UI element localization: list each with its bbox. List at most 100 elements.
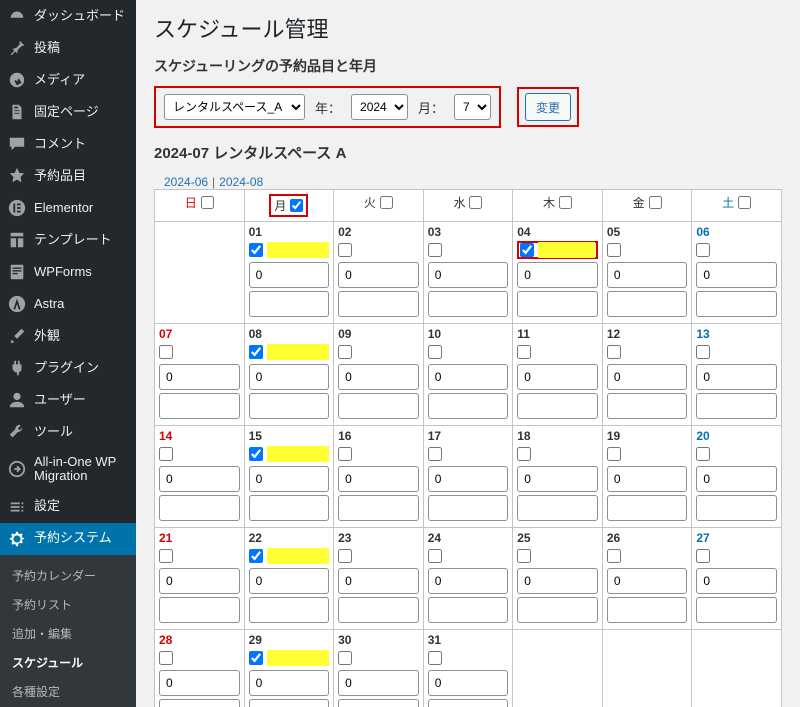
- sidebar-item-plugin[interactable]: プラグイン: [0, 352, 136, 384]
- day-checkbox[interactable]: [520, 243, 534, 257]
- day-note-input[interactable]: [428, 597, 509, 623]
- day-checkbox[interactable]: [428, 549, 442, 563]
- sidebar-item-tool[interactable]: ツール: [0, 416, 136, 448]
- day-note-input[interactable]: [249, 495, 330, 521]
- day-capacity-input[interactable]: [249, 568, 330, 594]
- weekday-checkbox[interactable]: [469, 196, 482, 209]
- day-note-input[interactable]: [517, 291, 598, 317]
- day-capacity-input[interactable]: [696, 466, 777, 492]
- day-checkbox[interactable]: [607, 447, 621, 461]
- day-checkbox[interactable]: [338, 651, 352, 665]
- sidebar-item-media[interactable]: メディア: [0, 64, 136, 96]
- day-note-input[interactable]: [696, 291, 777, 317]
- sidebar-item-wpforms[interactable]: WPForms: [0, 256, 136, 288]
- day-capacity-input[interactable]: [517, 262, 598, 288]
- day-checkbox[interactable]: [249, 447, 263, 461]
- day-capacity-input[interactable]: [607, 466, 688, 492]
- day-note-input[interactable]: [607, 597, 688, 623]
- day-note-input[interactable]: [517, 495, 598, 521]
- weekday-checkbox[interactable]: [380, 196, 393, 209]
- day-capacity-input[interactable]: [696, 364, 777, 390]
- day-capacity-input[interactable]: [338, 262, 419, 288]
- day-note-input[interactable]: [696, 495, 777, 521]
- sidebar-item-user[interactable]: ユーザー: [0, 384, 136, 416]
- day-capacity-input[interactable]: [338, 466, 419, 492]
- sidebar-sub-item[interactable]: 各種設定: [0, 677, 136, 706]
- day-checkbox[interactable]: [159, 447, 173, 461]
- sidebar-item-pin[interactable]: 投稿: [0, 32, 136, 64]
- weekday-checkbox[interactable]: [559, 196, 572, 209]
- day-checkbox[interactable]: [696, 447, 710, 461]
- day-capacity-input[interactable]: [696, 568, 777, 594]
- day-checkbox[interactable]: [159, 651, 173, 665]
- day-note-input[interactable]: [159, 393, 240, 419]
- day-note-input[interactable]: [607, 291, 688, 317]
- day-capacity-input[interactable]: [159, 364, 240, 390]
- day-checkbox[interactable]: [428, 243, 442, 257]
- next-month-link[interactable]: 2024-08: [219, 175, 263, 189]
- day-capacity-input[interactable]: [517, 568, 598, 594]
- day-checkbox[interactable]: [249, 345, 263, 359]
- sidebar-item-settings[interactable]: 設定: [0, 491, 136, 523]
- day-checkbox[interactable]: [249, 243, 263, 257]
- weekday-checkbox[interactable]: [649, 196, 662, 209]
- day-note-input[interactable]: [159, 699, 240, 707]
- day-note-input[interactable]: [428, 291, 509, 317]
- month-select[interactable]: 7: [454, 94, 491, 120]
- day-checkbox[interactable]: [428, 651, 442, 665]
- day-note-input[interactable]: [338, 699, 419, 707]
- day-note-input[interactable]: [517, 393, 598, 419]
- day-note-input[interactable]: [696, 393, 777, 419]
- day-capacity-input[interactable]: [517, 364, 598, 390]
- day-capacity-input[interactable]: [607, 364, 688, 390]
- item-select[interactable]: レンタルスペース_A: [164, 94, 305, 120]
- day-checkbox[interactable]: [607, 345, 621, 359]
- day-capacity-input[interactable]: [249, 670, 330, 696]
- weekday-checkbox[interactable]: [738, 196, 751, 209]
- day-checkbox[interactable]: [249, 651, 263, 665]
- sidebar-item-star[interactable]: 予約品目: [0, 160, 136, 192]
- day-capacity-input[interactable]: [249, 466, 330, 492]
- day-note-input[interactable]: [249, 699, 330, 707]
- sidebar-item-elementor[interactable]: Elementor: [0, 192, 136, 224]
- day-checkbox[interactable]: [696, 549, 710, 563]
- weekday-checkbox[interactable]: [201, 196, 214, 209]
- day-checkbox[interactable]: [607, 549, 621, 563]
- sidebar-item-brush[interactable]: 外観: [0, 320, 136, 352]
- day-note-input[interactable]: [159, 495, 240, 521]
- day-capacity-input[interactable]: [517, 466, 598, 492]
- sidebar-sub-item[interactable]: 予約カレンダー: [0, 561, 136, 590]
- day-checkbox[interactable]: [517, 447, 531, 461]
- day-capacity-input[interactable]: [249, 364, 330, 390]
- day-note-input[interactable]: [159, 597, 240, 623]
- day-note-input[interactable]: [338, 597, 419, 623]
- day-note-input[interactable]: [428, 393, 509, 419]
- day-capacity-input[interactable]: [696, 262, 777, 288]
- sidebar-item-astra[interactable]: Astra: [0, 288, 136, 320]
- day-checkbox[interactable]: [517, 549, 531, 563]
- day-checkbox[interactable]: [607, 243, 621, 257]
- day-capacity-input[interactable]: [159, 670, 240, 696]
- day-capacity-input[interactable]: [249, 262, 330, 288]
- sidebar-sub-item[interactable]: 追加・編集: [0, 619, 136, 648]
- day-checkbox[interactable]: [696, 243, 710, 257]
- day-note-input[interactable]: [517, 597, 598, 623]
- day-note-input[interactable]: [696, 597, 777, 623]
- day-checkbox[interactable]: [428, 345, 442, 359]
- sidebar-item-gear[interactable]: 予約システム: [0, 523, 136, 555]
- sidebar-sub-item[interactable]: スケジュール: [0, 648, 136, 677]
- day-note-input[interactable]: [338, 393, 419, 419]
- sidebar-item-template[interactable]: テンプレート: [0, 224, 136, 256]
- day-capacity-input[interactable]: [428, 466, 509, 492]
- day-capacity-input[interactable]: [607, 568, 688, 594]
- day-checkbox[interactable]: [159, 345, 173, 359]
- day-note-input[interactable]: [428, 495, 509, 521]
- sidebar-item-comment[interactable]: コメント: [0, 128, 136, 160]
- year-select[interactable]: 2024: [351, 94, 408, 120]
- day-capacity-input[interactable]: [428, 568, 509, 594]
- day-note-input[interactable]: [607, 495, 688, 521]
- day-checkbox[interactable]: [517, 345, 531, 359]
- day-capacity-input[interactable]: [607, 262, 688, 288]
- day-note-input[interactable]: [338, 495, 419, 521]
- day-capacity-input[interactable]: [159, 466, 240, 492]
